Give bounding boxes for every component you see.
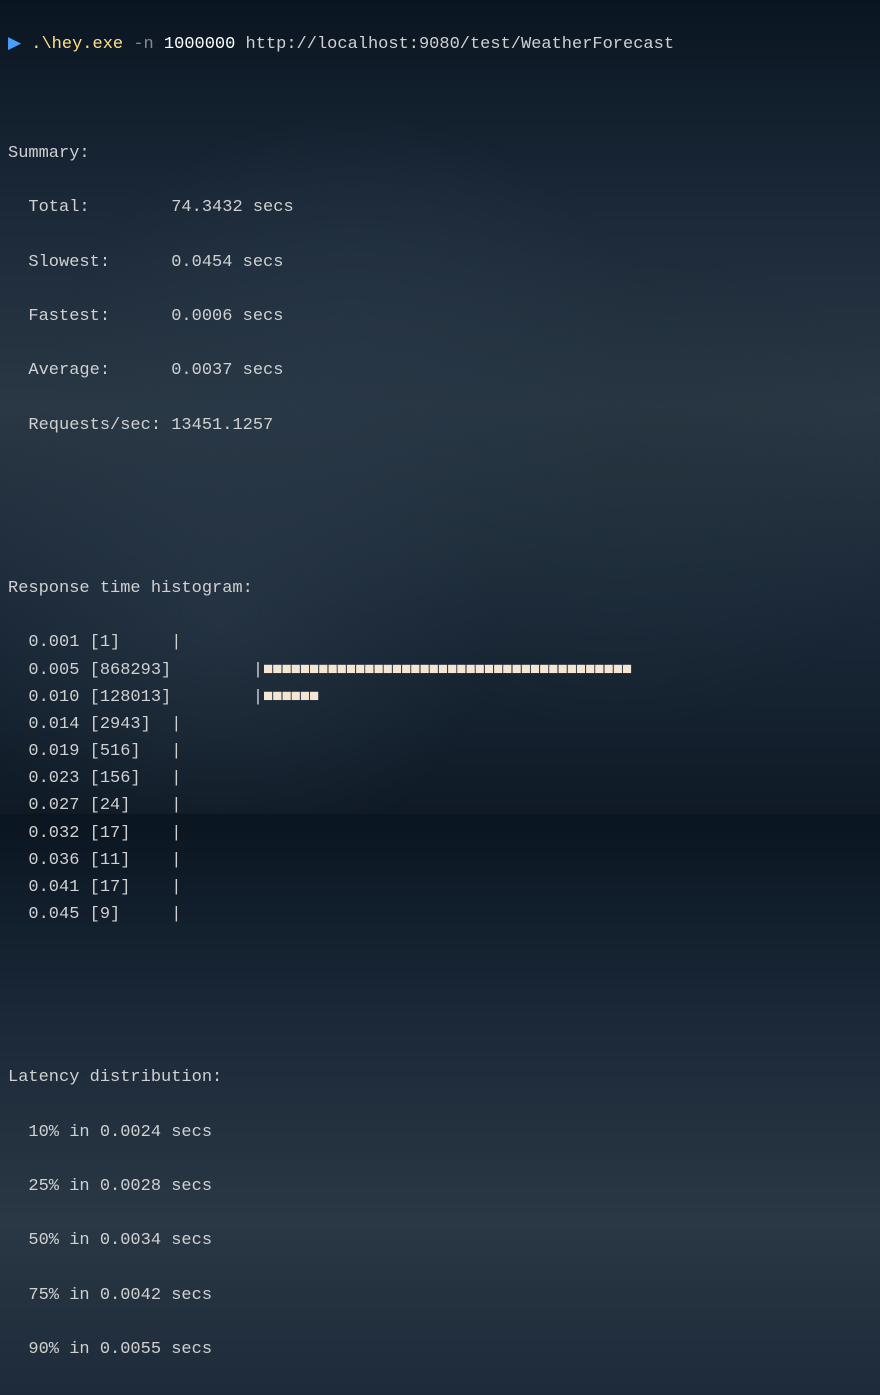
histogram-separator: | <box>171 688 263 707</box>
total-value: 74.3432 secs <box>171 198 293 217</box>
histogram-row: 0.005 [868293] |■■■■■■■■■■■■■■■■■■■■■■■■… <box>8 657 872 684</box>
summary-fastest: Fastest: 0.0006 secs <box>8 303 872 330</box>
latency-p10: 10% in 0.0024 secs <box>8 1119 872 1146</box>
histogram-bar: ■■■■■■ <box>263 688 318 707</box>
summary-header: Summary: <box>8 140 872 167</box>
histogram-header: Response time histogram: <box>8 575 872 602</box>
histogram-bucket: 0.027 [24] <box>8 796 171 815</box>
target-url: http://localhost:9080/test/WeatherForeca… <box>246 35 674 54</box>
histogram-separator: | <box>171 796 181 815</box>
histogram-separator: | <box>171 851 181 870</box>
latency-header: Latency distribution: <box>8 1064 872 1091</box>
latency-p50: 50% in 0.0034 secs <box>8 1227 872 1254</box>
average-label: Average: <box>8 361 171 380</box>
total-label: Total: <box>8 198 171 217</box>
histogram-separator: | <box>171 633 181 652</box>
fastest-value: 0.0006 secs <box>171 307 283 326</box>
histogram-row: 0.019 [516] | <box>8 738 872 765</box>
histogram-bucket: 0.036 [11] <box>8 851 171 870</box>
summary-total: Total: 74.3432 secs <box>8 194 872 221</box>
histogram-row: 0.045 [9] | <box>8 901 872 928</box>
histogram-bucket: 0.010 [128013] <box>8 688 171 707</box>
rps-value: 13451.1257 <box>171 416 273 435</box>
flag-n: -n <box>133 35 153 54</box>
histogram-separator: | <box>171 742 181 761</box>
request-count: 1000000 <box>164 35 235 54</box>
histogram-bucket: 0.032 [17] <box>8 824 171 843</box>
histogram-separator: | <box>171 715 181 734</box>
latency-p75: 75% in 0.0042 secs <box>8 1282 872 1309</box>
average-value: 0.0037 secs <box>171 361 283 380</box>
histogram-row: 0.036 [11] | <box>8 847 872 874</box>
prompt-icon: ▶ <box>8 35 21 54</box>
histogram-bucket: 0.045 [9] <box>8 905 171 924</box>
fastest-label: Fastest: <box>8 307 171 326</box>
summary-slowest: Slowest: 0.0454 secs <box>8 249 872 276</box>
command-line: ▶ .\hey.exe -n 1000000 http://localhost:… <box>8 31 872 58</box>
histogram-separator: | <box>171 824 181 843</box>
histogram-row: 0.041 [17] | <box>8 874 872 901</box>
histogram-bar: ■■■■■■■■■■■■■■■■■■■■■■■■■■■■■■■■■■■■■■■■ <box>263 661 631 680</box>
latency-p25: 25% in 0.0028 secs <box>8 1173 872 1200</box>
histogram-bucket: 0.005 [868293] <box>8 661 171 680</box>
summary-rps: Requests/sec: 13451.1257 <box>8 412 872 439</box>
histogram-row: 0.010 [128013] |■■■■■■ <box>8 684 872 711</box>
histogram-bucket: 0.041 [17] <box>8 878 171 897</box>
histogram-rows: 0.001 [1] | 0.005 [868293] |■■■■■■■■■■■■… <box>8 629 872 928</box>
histogram-bucket: 0.023 [156] <box>8 769 171 788</box>
latency-p90: 90% in 0.0055 secs <box>8 1336 872 1363</box>
histogram-separator: | <box>171 905 181 924</box>
histogram-row: 0.023 [156] | <box>8 765 872 792</box>
histogram-separator: | <box>171 878 181 897</box>
rps-label: Requests/sec: <box>8 416 171 435</box>
histogram-separator: | <box>171 769 181 788</box>
histogram-row: 0.027 [24] | <box>8 792 872 819</box>
histogram-row: 0.032 [17] | <box>8 820 872 847</box>
histogram-bucket: 0.001 [1] <box>8 633 171 652</box>
histogram-bucket: 0.019 [516] <box>8 742 171 761</box>
histogram-bucket: 0.014 [2943] <box>8 715 171 734</box>
histogram-row: 0.001 [1] | <box>8 629 872 656</box>
exe-name: .\hey.exe <box>31 35 123 54</box>
summary-average: Average: 0.0037 secs <box>8 357 872 384</box>
slowest-value: 0.0454 secs <box>171 253 283 272</box>
histogram-row: 0.014 [2943] | <box>8 711 872 738</box>
terminal-output: ▶ .\hey.exe -n 1000000 http://localhost:… <box>0 0 880 1395</box>
histogram-separator: | <box>171 661 263 680</box>
slowest-label: Slowest: <box>8 253 171 272</box>
